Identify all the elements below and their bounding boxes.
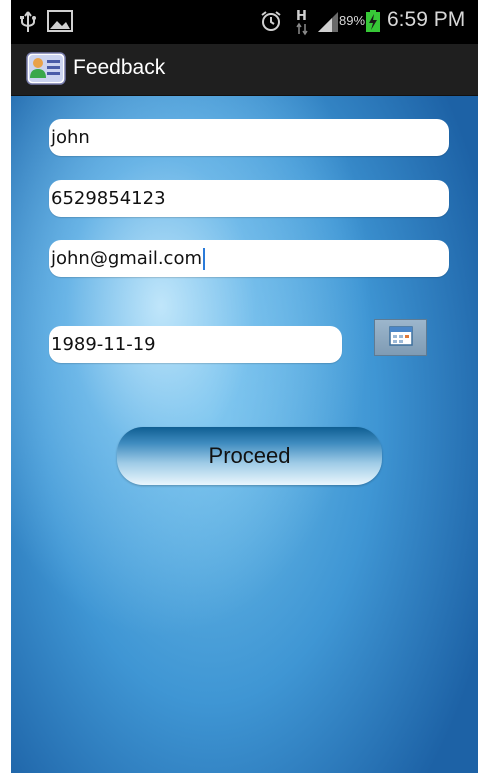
status-clock: 6:59 PM	[387, 8, 466, 31]
status-bar: H 89% 6:59 PM	[11, 0, 478, 44]
name-field[interactable]: john	[49, 119, 449, 156]
proceed-button[interactable]: Proceed	[117, 427, 382, 485]
image-icon	[47, 10, 73, 32]
battery-percent: 89%	[339, 13, 366, 28]
alarm-icon	[260, 10, 282, 32]
phone-screen: H 89% 6:59 PM Feedback john 6529854123 j…	[11, 0, 478, 773]
proceed-button-label: Proceed	[208, 443, 291, 468]
page-title: Feedback	[73, 56, 166, 79]
email-field-value: john@gmail.com	[51, 248, 202, 269]
date-field[interactable]: 1989-11-19	[49, 326, 342, 363]
battery-charging-icon	[366, 10, 380, 32]
signal-icon	[316, 11, 340, 33]
text-cursor	[203, 247, 205, 270]
email-field[interactable]: john@gmail.com	[49, 240, 449, 277]
calendar-button[interactable]	[374, 319, 427, 356]
calendar-icon	[388, 325, 413, 350]
usb-icon	[19, 10, 37, 34]
svg-text:H: H	[296, 9, 307, 24]
contact-card-icon[interactable]	[26, 52, 66, 85]
action-bar: Feedback	[11, 44, 478, 96]
form-area: john 6529854123 john@gmail.com 1989-11-1…	[11, 96, 478, 773]
name-field-value: john	[51, 127, 90, 148]
phone-field[interactable]: 6529854123	[49, 180, 449, 217]
date-field-value: 1989-11-19	[51, 334, 156, 355]
hspa-icon: H	[294, 7, 310, 37]
phone-field-value: 6529854123	[51, 188, 166, 209]
